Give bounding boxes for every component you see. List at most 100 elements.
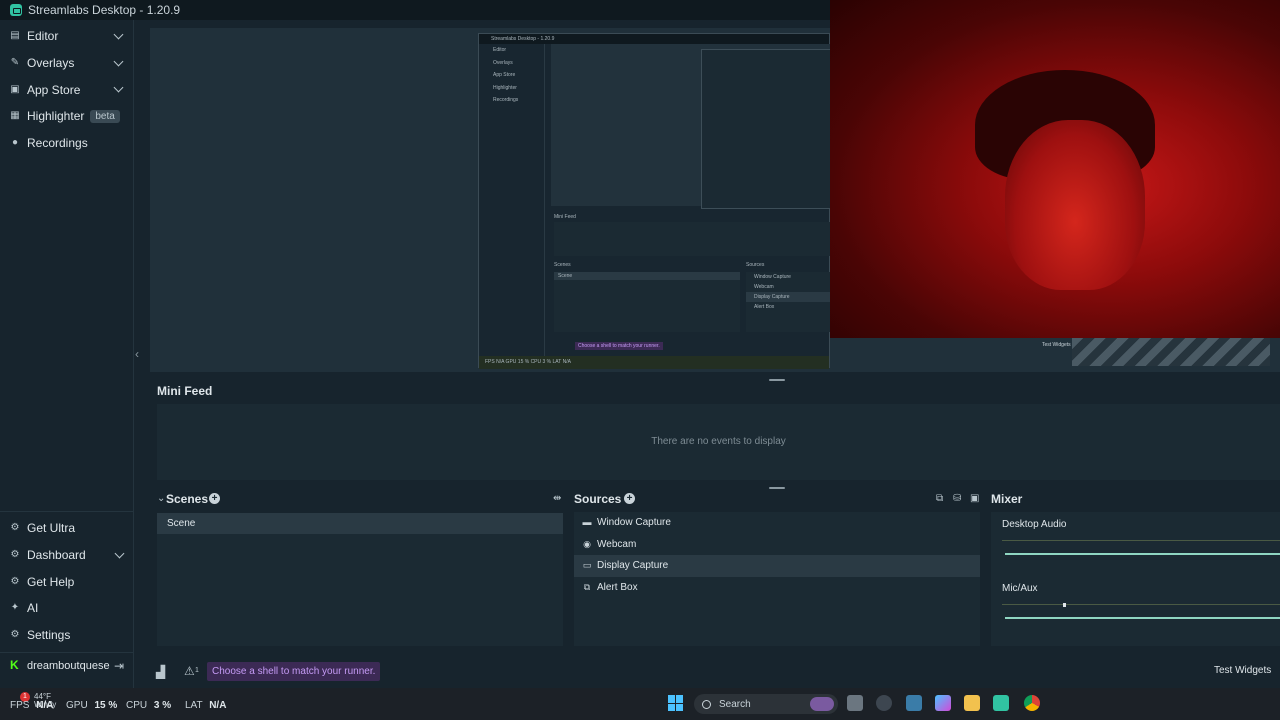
nested-status-bar: FPS N/A GPU 15 % CPU 3 % LAT N/A <box>479 356 829 369</box>
chevron-down-icon[interactable] <box>113 29 124 40</box>
add-source-icon[interactable]: + <box>624 493 635 504</box>
nested-scenes-box: Scene <box>554 272 740 332</box>
sidebar-item-overlays[interactable]: ✎ Overlays <box>0 50 133 77</box>
source-label: Window Capture <box>597 517 671 529</box>
source-settings-icon[interactable]: ⧉ <box>936 493 943 504</box>
highlighter-icon: ▦ <box>10 110 20 122</box>
add-scene-icon[interactable]: + <box>209 493 220 504</box>
sidebar-item-label: Recordings <box>27 136 88 151</box>
sidebar-item-recordings[interactable]: ● Recordings <box>0 130 133 157</box>
sidebar-item-get-ultra[interactable]: ⚙ Get Ultra <box>0 515 134 542</box>
warning-icon[interactable]: ⚠ <box>184 664 195 678</box>
performance-chart-icon[interactable]: ▟ <box>156 665 165 679</box>
editor-icon: ▤ <box>10 30 20 42</box>
warning-count: 1 <box>195 667 199 674</box>
volume-slider[interactable] <box>1005 553 1280 555</box>
chevron-down-icon[interactable] <box>114 548 125 559</box>
beta-badge: beta <box>90 109 120 123</box>
kick-logo-icon: K <box>10 658 19 673</box>
sidebar-item-get-help[interactable]: ⚙ Get Help <box>0 568 134 595</box>
nested-preview <box>551 44 831 209</box>
display-capture-source[interactable]: Streamlabs Desktop - 1.20.9 Editor Overl… <box>478 33 831 369</box>
collapse-sidebar-chevron-icon[interactable]: ‹ <box>135 347 145 361</box>
mixer-channel-label: Mic/Aux <box>1002 583 1038 594</box>
lat-value: N/A <box>209 700 227 711</box>
streamlabs-taskbar-icon[interactable] <box>993 695 1009 711</box>
source-item-window-capture[interactable]: ▬ Window Capture <box>574 512 980 534</box>
no-events-text: There are no events to display <box>651 436 786 447</box>
nested-item: Editor <box>493 47 507 53</box>
fps-stat: FPS N/A <box>10 700 53 711</box>
search-icon <box>702 699 711 709</box>
volume-meter <box>1002 540 1280 541</box>
task-view-icon[interactable] <box>847 695 863 711</box>
volume-peak-marker <box>1063 603 1066 607</box>
resize-handle[interactable] <box>769 379 785 381</box>
display-icon: ▭ <box>582 560 592 571</box>
gpu-value: 15 % <box>94 700 118 711</box>
webcam-source[interactable] <box>830 0 1280 338</box>
scenes-panel: Scene <box>157 513 563 646</box>
sidebar-item-label: Get Help <box>27 574 75 589</box>
collapse-chevron-icon[interactable]: ⌄ <box>157 493 165 504</box>
nested-item: Overlays <box>493 59 513 66</box>
test-widgets-button[interactable]: Test Widgets <box>1214 665 1271 676</box>
scenes-title: Scenes <box>166 492 209 506</box>
gear-icon: ⚙ <box>10 629 20 641</box>
nested-sidebar: Editor Overlays App Store Highlighter Re… <box>479 44 545 358</box>
source-label: Webcam <box>597 538 637 550</box>
streamlabs-logo-icon <box>10 4 22 16</box>
sidebar-divider <box>0 511 134 512</box>
scene-item[interactable]: Scene <box>157 513 563 534</box>
fps-value: N/A <box>36 700 54 711</box>
resize-handle[interactable] <box>769 487 785 489</box>
source-item-webcam[interactable]: ◉ Webcam <box>574 534 980 556</box>
sidebar-item-ai[interactable]: ✦ AI <box>0 595 134 622</box>
notification-pill[interactable]: Choose a shell to match your runner. <box>207 662 381 681</box>
sidebar-item-highlighter[interactable]: ▦ Highlighter beta <box>0 103 133 130</box>
mini-feed-title: Mini Feed <box>157 384 213 398</box>
sidebar-item-label: App Store <box>27 82 81 97</box>
cpu-label: CPU <box>126 700 148 711</box>
chevron-down-icon[interactable] <box>113 82 124 93</box>
source-label: Display Capture <box>597 560 669 572</box>
copilot-icon[interactable] <box>935 695 951 711</box>
cpu-stat: CPU 3 % <box>126 700 171 711</box>
scene-transitions-icon[interactable]: ⇹ <box>553 493 561 504</box>
4k-app-icon[interactable] <box>876 695 892 711</box>
nested-test-widgets: Test Widgets <box>1042 342 1071 348</box>
help-icon: ⚙ <box>10 575 20 587</box>
remote-app-icon[interactable] <box>906 695 922 711</box>
alert-box-icon: ⧉ <box>583 581 591 592</box>
nested-scene-row: Scene <box>554 272 740 280</box>
source-label: Alert Box <box>597 581 638 593</box>
sidebar-item-app-store[interactable]: ▣ App Store <box>0 76 133 103</box>
webcam-subject-face <box>1005 120 1145 290</box>
username: dreamboutquese <box>27 659 110 672</box>
logout-icon[interactable]: ⇥ <box>114 659 124 673</box>
dashboard-icon: ⚙ <box>10 549 20 561</box>
source-folder-icon[interactable]: ▣ <box>970 493 979 504</box>
volume-slider[interactable] <box>1005 617 1280 619</box>
ultra-icon: ⚙ <box>10 522 20 534</box>
recordings-icon: ● <box>11 137 19 149</box>
lat-label: LAT <box>185 700 203 711</box>
sidebar-item-settings[interactable]: ⚙ Settings <box>0 622 134 649</box>
chrome-icon[interactable] <box>1024 695 1040 711</box>
user-account-row[interactable]: K dreamboutquese ⇥ <box>0 652 134 678</box>
sidebar-item-editor[interactable]: ▤ Editor <box>0 23 133 50</box>
windows-start-icon[interactable] <box>668 695 684 711</box>
source-item-display-capture[interactable]: ▭ Display Capture <box>574 555 980 577</box>
sources-title: Sources <box>574 492 622 506</box>
sidebar-item-dashboard[interactable]: ⚙ Dashboard <box>0 542 134 569</box>
nested-inner-preview <box>701 49 831 209</box>
nested-sources-title: Sources <box>746 262 765 268</box>
fps-label: FPS <box>10 700 30 711</box>
source-item-alert-box[interactable]: ⧉ Alert Box <box>574 577 980 599</box>
taskbar-search[interactable]: Search <box>694 694 838 714</box>
chevron-down-icon[interactable] <box>113 56 124 67</box>
file-explorer-icon[interactable] <box>964 695 980 711</box>
source-group-icon[interactable]: ⛁ <box>953 493 961 504</box>
nested-source-row: Alert Box <box>754 304 775 310</box>
nested-source-row: Display Capture <box>746 292 831 302</box>
